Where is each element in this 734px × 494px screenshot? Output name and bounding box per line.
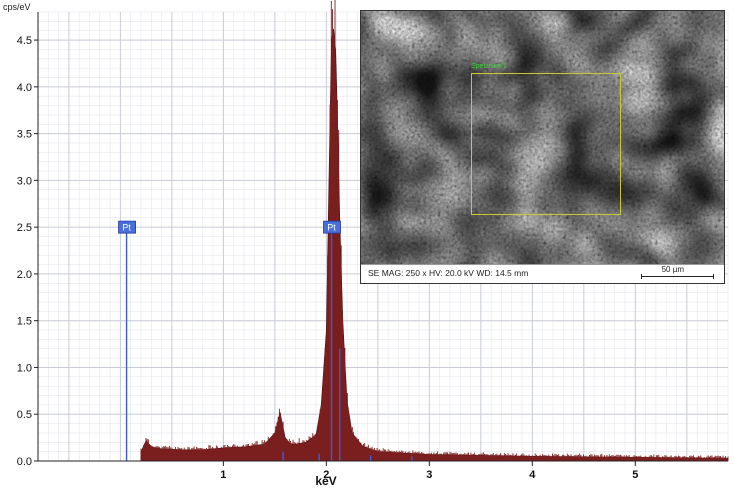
y-tick-label: 4.5: [17, 35, 32, 47]
y-tick-label: 4.0: [17, 82, 32, 94]
y-tick-label: 0.5: [17, 409, 32, 421]
y-tick-label: 3.0: [17, 175, 32, 187]
roi-label: Spectrum 1: [471, 63, 507, 70]
sem-caption: SE MAG: 250 x HV: 20.0 kV WD: 14.5 mm: [368, 268, 529, 278]
x-tick-label: 5: [632, 469, 638, 481]
y-tick-label: 0.0: [17, 456, 32, 468]
y-tick-label: 1.0: [17, 362, 32, 374]
y-tick-label: 3.5: [17, 129, 32, 141]
x-axis-label: keV: [315, 474, 336, 488]
x-tick-label: 3: [426, 469, 432, 481]
x-tick-label: 4: [529, 469, 536, 481]
peak-label: Pt: [327, 223, 336, 233]
y-axis-label: cps/eV: [3, 2, 31, 12]
y-tick-label: 2.0: [17, 269, 32, 281]
scale-bar: [641, 274, 714, 279]
x-tick-label: 1: [220, 469, 226, 481]
scale-bar-label: 50 µm: [661, 265, 684, 274]
peak-label: Pt: [122, 223, 131, 233]
sem-micrograph-inset: Spectrum 1 SE MAG: 250 x HV: 20.0 kV WD:…: [360, 10, 725, 284]
y-tick-label: 1.5: [17, 316, 32, 328]
roi-box: [471, 73, 621, 215]
y-tick-label: 2.5: [17, 222, 32, 234]
sem-info-bar: SE MAG: 250 x HV: 20.0 kV WD: 14.5 mm 50…: [361, 264, 724, 283]
